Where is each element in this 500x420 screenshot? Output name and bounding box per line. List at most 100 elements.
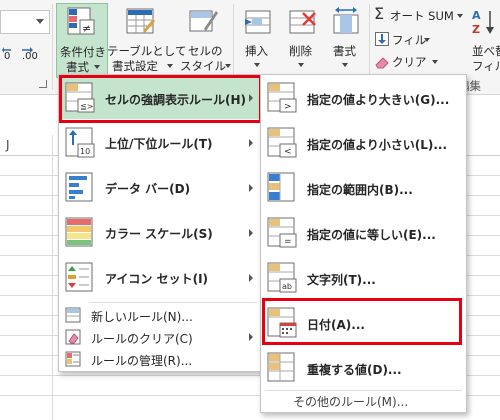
cell-styles-button[interactable]: セルの スタイル: [178, 3, 231, 76]
menu-item-top-bottom-rules[interactable]: 10 上位/下位ルール(T): [59, 122, 261, 164]
svg-text:=: =: [284, 237, 292, 247]
chevron-down-icon: [457, 14, 463, 18]
menu-separator: [265, 390, 462, 391]
number-format-dropdown[interactable]: [0, 10, 50, 34]
menu-item-icon-sets[interactable]: アイコン セット(I): [59, 257, 261, 299]
chevron-down-icon: [225, 64, 231, 68]
submenu-arrow-icon: [249, 184, 253, 192]
fill-label: フィル: [392, 33, 427, 47]
top-bottom-rules-icon: 10: [65, 127, 95, 158]
chevron-down-icon: [342, 63, 348, 67]
svg-text:>: >: [284, 102, 292, 112]
eraser-icon: [375, 57, 389, 69]
svg-text:10: 10: [80, 147, 90, 156]
submenu-item-less-than[interactable]: < 指定の値より小さい(L)...: [261, 122, 466, 164]
delete-icon: [289, 10, 316, 34]
menu-item-label: ルールの管理(R)...: [91, 354, 193, 368]
duplicate-values-icon: [267, 352, 295, 382]
submenu-item-label: 重複する値(D)...: [307, 363, 402, 377]
submenu-item-duplicate-values[interactable]: 重複する値(D)...: [261, 347, 466, 389]
cell-styles-icon: [189, 10, 218, 32]
submenu-item-label: 指定の値に等しい(E)...: [307, 228, 436, 242]
red-highlight-box: [262, 298, 462, 345]
dialog-launcher-icon[interactable]: [39, 80, 47, 88]
chevron-down-icon: [424, 38, 430, 42]
autosum-button[interactable]: Σ オート SUM: [372, 4, 463, 24]
conditional-formatting-label-1: 条件付き: [60, 45, 106, 59]
chevron-down-icon: [167, 64, 173, 68]
chevron-down-icon: [36, 19, 44, 24]
text-contains-icon: ab: [267, 262, 297, 293]
menu-item-label: アイコン セット(I): [105, 272, 209, 286]
insert-button[interactable]: 挿入: [237, 3, 279, 76]
svg-text:<: <: [284, 147, 292, 157]
menu-item-clear-rules[interactable]: ルールのクリア(C): [59, 326, 261, 348]
insert-label: 挿入: [245, 44, 268, 58]
format-as-table-label-2: 書式設定: [112, 59, 158, 73]
submenu-item-label: 文字列(T)...: [307, 273, 376, 287]
sort-az-icon: A Z: [472, 9, 494, 36]
submenu-item-greater-than[interactable]: > 指定の値より大きい(G)...: [261, 77, 466, 119]
submenu-item-text-contains[interactable]: ab 文字列(T)...: [261, 257, 466, 299]
less-than-icon: <: [267, 127, 297, 158]
format-button[interactable]: 書式: [325, 3, 367, 76]
submenu-item-equal-to[interactable]: = 指定の値に等しい(E)...: [261, 212, 466, 254]
conditional-formatting-icon: ≠: [67, 7, 95, 35]
decrease-decimal-label: .00: [22, 51, 38, 62]
autosum-label: オート SUM: [390, 9, 454, 23]
red-highlight-box: [59, 75, 262, 123]
fill-button[interactable]: フィル: [372, 30, 432, 48]
submenu-item-label: 指定の値より大きい(G)...: [307, 93, 450, 107]
chevron-down-icon: [432, 60, 438, 64]
menu-item-label: 新しいルール(N)...: [91, 310, 193, 324]
column-header-j[interactable]: J: [6, 138, 10, 152]
chevron-down-icon: [298, 63, 304, 67]
format-as-table-button[interactable]: テーブルとして 書式設定: [107, 3, 186, 76]
menu-item-label: データ バー(D): [105, 182, 191, 196]
delete-label: 削除: [289, 44, 312, 58]
conditional-formatting-menu: ≦> セルの強調表示ルール(H) 10 上位/下位ルール(T) データ バー(D…: [58, 74, 262, 372]
conditional-formatting-button[interactable]: ≠ 条件付き 書式: [56, 3, 108, 78]
cell-styles-label-1: セルの: [188, 44, 223, 58]
submenu-arrow-icon: [249, 139, 253, 147]
submenu-arrow-icon: [249, 274, 253, 282]
decrease-decimal-button[interactable]: .00: [18, 45, 48, 67]
new-rule-icon: [65, 307, 81, 323]
chevron-down-icon: [94, 65, 100, 69]
clear-button[interactable]: クリア: [372, 52, 442, 70]
manage-rules-icon: [65, 351, 81, 367]
group-divider: [52, 4, 53, 90]
sigma-icon: Σ: [374, 4, 385, 23]
clear-label: クリア: [392, 55, 427, 69]
delete-button[interactable]: 削除: [281, 3, 323, 76]
column-gridline: [52, 135, 53, 420]
submenu-item-more-rules[interactable]: その他のルール(M)...: [261, 392, 466, 410]
format-icon: [333, 7, 359, 34]
menu-item-manage-rules[interactable]: ルールの管理(R)...: [59, 348, 261, 370]
icon-sets-icon: [65, 262, 93, 292]
format-as-table-label-1: テーブルとして: [107, 44, 187, 58]
menu-item-color-scales[interactable]: カラー スケール(S): [59, 212, 261, 254]
menu-separator: [89, 302, 257, 303]
equal-to-icon: =: [267, 217, 297, 248]
sort-filter-button[interactable]: A Z 並べ替 フィル: [466, 3, 500, 76]
sort-label-1: 並べ替: [472, 44, 500, 58]
submenu-item-label: 指定の範囲内(B)...: [307, 183, 413, 197]
insert-icon: [245, 10, 271, 34]
menu-item-data-bars[interactable]: データ バー(D): [59, 167, 261, 209]
format-label: 書式: [333, 44, 356, 58]
between-icon: [267, 172, 295, 202]
chevron-down-icon: [254, 63, 260, 67]
cell-styles-label-2: スタイル: [180, 59, 226, 73]
svg-text:ab: ab: [282, 282, 292, 291]
increase-decimal-label: 0: [4, 51, 11, 62]
fill-down-icon: [375, 32, 389, 46]
menu-item-new-rule[interactable]: 新しいルール(N)...: [59, 304, 261, 326]
greater-than-icon: >: [267, 82, 297, 113]
svg-text:≠: ≠: [82, 22, 91, 35]
color-scales-icon: [65, 217, 93, 247]
submenu-item-label: 指定の値より小さい(L)...: [307, 138, 448, 152]
submenu-item-between[interactable]: 指定の範囲内(B)...: [261, 167, 466, 209]
data-bars-icon: [65, 172, 93, 202]
highlight-cells-rules-submenu: > 指定の値より大きい(G)... < 指定の値より小さい(L)... 指定の範…: [260, 74, 467, 413]
